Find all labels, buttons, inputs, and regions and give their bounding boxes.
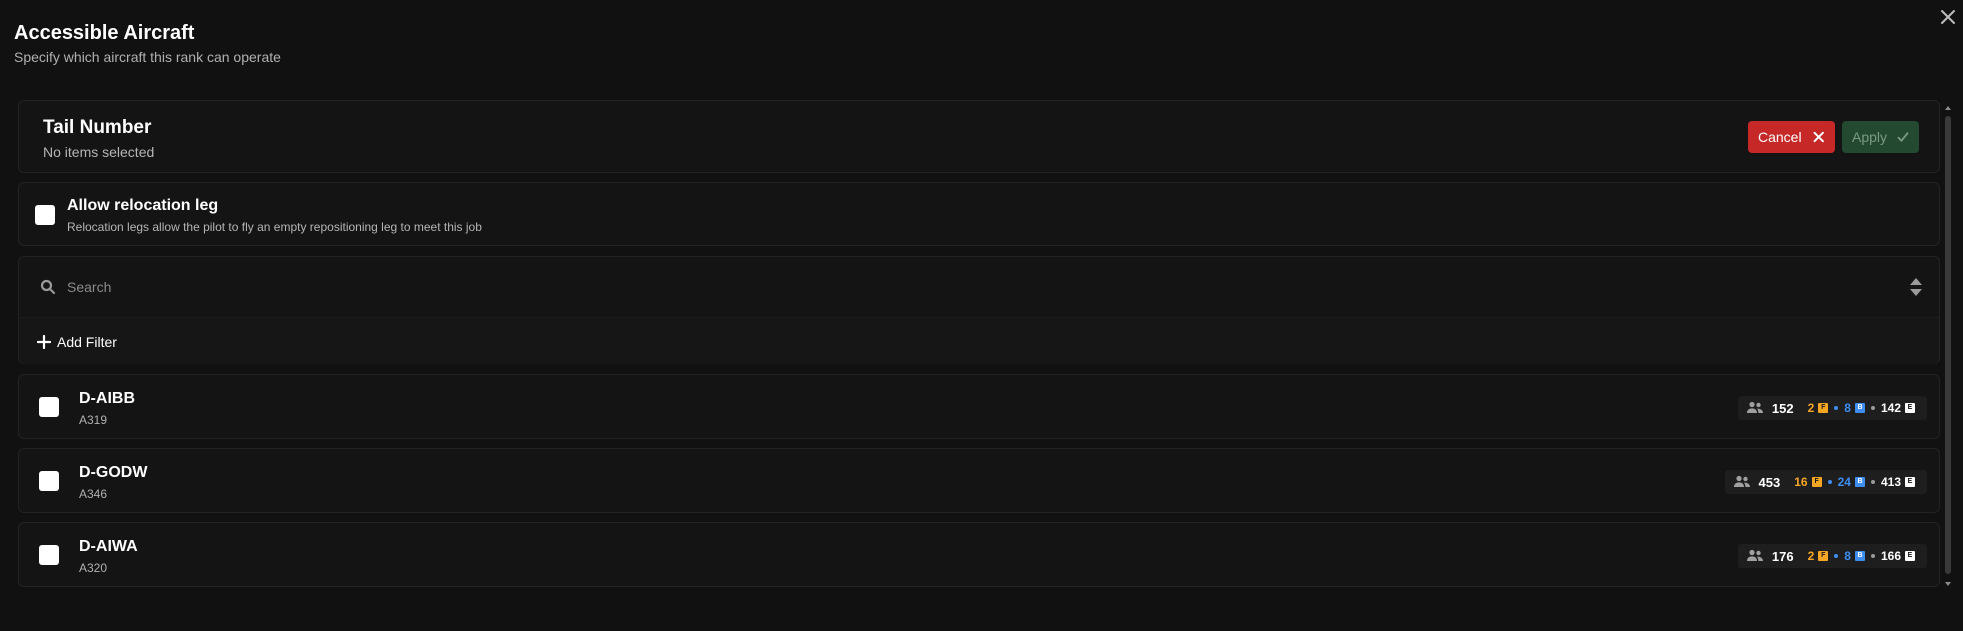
search-panel: Add Filter <box>18 256 1940 364</box>
cancel-button-label: Cancel <box>1758 129 1802 145</box>
first-class-icon: F <box>1818 403 1829 413</box>
seat-total: 453 <box>1758 474 1781 490</box>
first-class-seats: 2F <box>1808 549 1829 563</box>
economy-class-seats: 142 E <box>1881 401 1915 415</box>
first-class-count: 16 <box>1794 475 1808 489</box>
plus-icon <box>37 335 51 349</box>
people-icon <box>1746 401 1763 413</box>
aircraft-checkbox[interactable] <box>39 545 59 565</box>
business-class-count: 8 <box>1844 549 1851 563</box>
aircraft-tail-number: D-GODW <box>79 464 148 481</box>
aircraft-row[interactable]: D-AIWA A320 176 2F 8B 166 E <box>18 522 1940 587</box>
separator-dot <box>1834 406 1839 410</box>
economy-class-seats: 166 E <box>1881 549 1915 563</box>
economy-class-icon: E <box>1905 477 1915 487</box>
tail-number-title: Tail Number <box>43 117 152 138</box>
business-class-icon: B <box>1854 551 1865 561</box>
business-class-seats: 8B <box>1844 401 1865 415</box>
aircraft-type: A319 <box>79 413 108 427</box>
allow-relocation-checkbox[interactable] <box>35 205 55 225</box>
economy-class-icon: E <box>1905 551 1915 561</box>
search-icon <box>40 279 56 295</box>
business-class-icon: B <box>1854 403 1865 413</box>
sort-icon[interactable] <box>1909 277 1923 297</box>
scroll-down-arrow-icon[interactable] <box>1944 580 1952 588</box>
aircraft-checkbox[interactable] <box>39 471 59 491</box>
economy-class-seats: 413 E <box>1881 475 1915 489</box>
first-class-count: 2 <box>1807 401 1815 415</box>
separator-dot <box>1870 406 1875 410</box>
search-input[interactable] <box>65 275 1865 299</box>
first-class-count: 2 <box>1807 549 1815 563</box>
apply-button[interactable]: Apply <box>1842 121 1919 153</box>
economy-class-count: 166 <box>1880 549 1901 563</box>
tail-number-panel: Tail Number No items selected Cancel App… <box>18 100 1940 173</box>
dialog-title: Accessible Aircraft <box>14 22 195 44</box>
economy-class-icon: E <box>1905 403 1915 413</box>
filter-row: Add Filter <box>19 317 1939 364</box>
accessible-aircraft-dialog: Accessible Aircraft Specify which aircra… <box>0 0 1963 631</box>
aircraft-row[interactable]: D-GODW A346 453 16 F 24 B 413 E <box>18 448 1940 513</box>
close-icon[interactable] <box>1937 6 1959 28</box>
aircraft-tail-number: D-AIBB <box>79 390 135 407</box>
scroll-up-arrow-icon[interactable] <box>1944 104 1952 112</box>
aircraft-type: A346 <box>79 487 108 501</box>
aircraft-tail-number: D-AIWA <box>79 538 138 555</box>
add-filter-label: Add Filter <box>57 334 117 350</box>
seat-config-badge: 453 16 F 24 B 413 E <box>1724 470 1927 494</box>
separator-dot <box>1834 554 1839 558</box>
seat-config-badge: 176 2F 8B 166 E <box>1737 544 1927 568</box>
search-row <box>19 257 1939 317</box>
scrollbar-thumb[interactable] <box>1945 116 1951 574</box>
dialog-subtitle: Specify which aircraft this rank can ope… <box>14 49 281 65</box>
economy-class-count: 413 <box>1880 475 1901 489</box>
business-class-seats: 8B <box>1844 549 1865 563</box>
seat-total: 176 <box>1771 548 1794 564</box>
x-icon <box>1813 131 1824 143</box>
seat-total: 152 <box>1771 400 1794 416</box>
first-class-seats: 16 F <box>1794 475 1822 489</box>
seat-config-badge: 152 2F 8B 142 E <box>1737 396 1927 420</box>
scrollbar[interactable] <box>1944 104 1952 588</box>
allow-relocation-description: Relocation legs allow the pilot to fly a… <box>67 220 482 234</box>
dialog-header: Accessible Aircraft Specify which aircra… <box>14 20 281 65</box>
aircraft-checkbox[interactable] <box>39 397 59 417</box>
checkmark-icon <box>1897 132 1909 142</box>
first-class-icon: F <box>1811 477 1822 487</box>
relocation-leg-panel: Allow relocation leg Relocation legs all… <box>18 182 1940 246</box>
aircraft-type: A320 <box>79 561 108 575</box>
business-class-count: 8 <box>1844 401 1851 415</box>
first-class-seats: 2F <box>1808 401 1829 415</box>
people-icon <box>1733 475 1750 487</box>
apply-button-label: Apply <box>1852 129 1888 145</box>
first-class-icon: F <box>1818 551 1829 561</box>
economy-class-count: 142 <box>1880 401 1901 415</box>
people-icon <box>1746 549 1763 561</box>
aircraft-row[interactable]: D-AIBB A319 152 2F 8B 142 E <box>18 374 1940 439</box>
cancel-button[interactable]: Cancel <box>1748 121 1835 153</box>
separator-dot <box>1870 480 1875 484</box>
business-class-icon: B <box>1854 477 1865 487</box>
business-class-seats: 24 B <box>1838 475 1865 489</box>
add-filter-button[interactable]: Add Filter <box>37 332 117 352</box>
separator-dot <box>1870 554 1875 558</box>
selection-status: No items selected <box>43 144 155 160</box>
allow-relocation-label: Allow relocation leg <box>67 197 219 214</box>
business-class-count: 24 <box>1837 475 1851 489</box>
separator-dot <box>1827 480 1832 484</box>
